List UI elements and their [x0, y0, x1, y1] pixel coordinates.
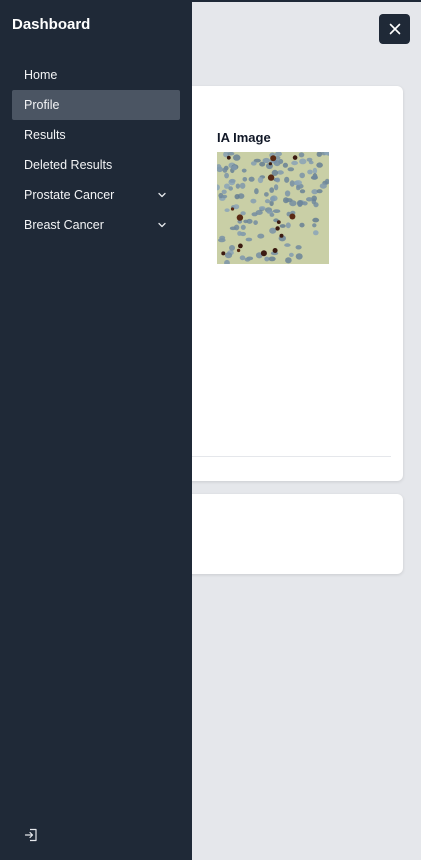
sidebar-item-label: Breast Cancer — [24, 218, 104, 232]
close-icon — [389, 23, 400, 35]
sidebar-item-results[interactable]: Results — [12, 120, 180, 150]
sidebar-item-breast-cancer[interactable]: Breast Cancer — [12, 210, 180, 240]
logout-button[interactable] — [22, 826, 40, 844]
sidebar-item-label: Results — [24, 128, 66, 142]
sidebar-item-label: Deleted Results — [24, 158, 113, 172]
logout-icon — [24, 828, 37, 842]
sidebar-item-prostate-cancer[interactable]: Prostate Cancer — [12, 180, 180, 210]
ia-image-label: IA Image — [217, 130, 271, 145]
chevron-down-icon — [158, 222, 166, 228]
close-button[interactable] — [379, 14, 410, 44]
sidebar-item-label: Profile — [24, 98, 60, 112]
sidebar-item-label: Prostate Cancer — [24, 188, 115, 202]
sidebar-item-profile[interactable]: Profile — [12, 90, 180, 120]
sidebar-title: Dashboard — [12, 16, 91, 33]
sidebar-item-label: Home — [24, 68, 58, 82]
sidebar-item-home[interactable]: Home — [12, 60, 180, 90]
ia-image[interactable] — [217, 152, 329, 264]
chevron-down-icon — [158, 192, 166, 198]
sidebar-nav: Home Profile Results Deleted Results Pro… — [12, 60, 180, 240]
sidebar-item-deleted-results[interactable]: Deleted Results — [12, 150, 180, 180]
sidebar: Dashboard Home Profile Results Deleted R… — [0, 0, 192, 860]
